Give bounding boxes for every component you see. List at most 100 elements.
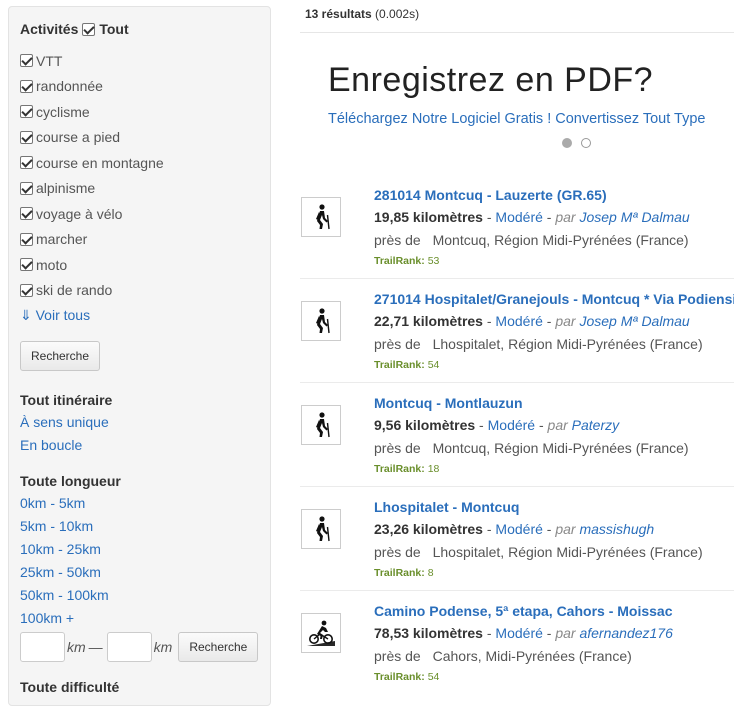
trail-by-label: par (555, 521, 576, 537)
hiking-icon[interactable] (301, 197, 341, 237)
length-option[interactable]: 5km - 10km (20, 518, 121, 541)
cycling-icon[interactable] (301, 613, 341, 653)
trailrank-label: TrailRank: (374, 255, 425, 267)
carousel-dot[interactable] (581, 138, 591, 148)
trail-name-link[interactable]: 271014 Hospitalet/Granejouls - Montcuq *… (374, 291, 734, 307)
max-km-input[interactable] (106, 632, 152, 662)
trail-name-link[interactable]: 281014 Montcuq - Lauzerte (GR.65) (374, 187, 607, 203)
trail-place: Lhospitalet, Région Midi-Pyrénées (Franc… (432, 544, 703, 560)
activity-item[interactable]: randonnée (20, 74, 164, 100)
difficulty-filter: Toute difficulté (20, 679, 119, 701)
trail-rank: TrailRank: 8 (374, 567, 434, 579)
trailrank-label: TrailRank: (374, 463, 425, 475)
trail-distance: 22,71 kilomètres (374, 313, 483, 329)
trail-difficulty-link[interactable]: Modéré (495, 625, 542, 641)
activity-checkbox[interactable] (20, 105, 33, 119)
length-option[interactable]: 25km - 50km (20, 564, 121, 587)
activity-label[interactable]: alpinisme (36, 180, 95, 196)
trail-by-label: par (547, 417, 568, 433)
activity-item[interactable]: moto (20, 252, 164, 278)
trail-item: 271014 Hospitalet/Granejouls - Montcuq *… (300, 279, 734, 383)
activity-item[interactable]: cyclisme (20, 99, 164, 125)
trail-difficulty-link[interactable]: Modéré (495, 313, 542, 329)
see-all-link[interactable]: ⇓ Voir tous (20, 307, 90, 324)
activity-checkbox[interactable] (20, 130, 33, 144)
activity-label[interactable]: voyage à vélo (36, 206, 122, 222)
trailrank-value: 54 (427, 671, 440, 683)
activity-checkbox[interactable] (20, 54, 33, 68)
length-option[interactable]: 0km - 5km (20, 495, 121, 518)
trailrank-value: 8 (427, 567, 434, 579)
hiking-icon[interactable] (301, 509, 341, 549)
activity-label[interactable]: ski de rando (36, 282, 112, 298)
activity-label[interactable]: course a pied (36, 129, 120, 145)
km-unit: km (153, 639, 173, 655)
search-button[interactable]: Recherche (20, 341, 100, 371)
trail-item: 281014 Montcuq - Lauzerte (GR.65) 19,85 … (300, 175, 734, 279)
hiking-icon[interactable] (301, 301, 341, 341)
ad-subtitle-link[interactable]: Téléchargez Notre Logiciel Gratis ! Conv… (328, 111, 705, 127)
route-one-way-link[interactable]: À sens unique (20, 414, 112, 437)
activity-label[interactable]: moto (36, 257, 67, 273)
length-title: Toute longueur (20, 473, 121, 489)
length-option[interactable]: 100km + (20, 610, 121, 633)
activity-item[interactable]: voyage à vélo (20, 201, 164, 227)
trail-item: Montcuq - Montlauzun 9,56 kilomètres - M… (300, 383, 734, 487)
length-option[interactable]: 10km - 25km (20, 541, 121, 564)
trail-author-link[interactable]: Josep Mª Dalmau (579, 313, 689, 329)
ad-title[interactable]: Enregistrez en PDF? (328, 61, 653, 100)
activity-label[interactable]: cyclisme (36, 104, 90, 120)
activity-item[interactable]: ski de rando (20, 278, 164, 304)
min-km-input[interactable] (20, 632, 65, 662)
trail-place: Lhospitalet, Région Midi-Pyrénées (Franc… (432, 336, 703, 352)
hiking-icon[interactable] (301, 405, 341, 445)
trail-difficulty-link[interactable]: Modéré (488, 417, 535, 433)
trail-name-link[interactable]: Camino Podense, 5ª etapa, Cahors - Moiss… (374, 603, 673, 619)
carousel-dot-active[interactable] (562, 138, 572, 148)
length-option[interactable]: 50km - 100km (20, 587, 121, 610)
results-count: 13 résultats (0.002s) (305, 7, 419, 21)
trail-difficulty-link[interactable]: Modéré (495, 209, 542, 225)
trail-by-label: par (555, 209, 576, 225)
trail-distance: 9,56 kilomètres (374, 417, 476, 433)
trail-place: Cahors, Midi-Pyrénées (France) (432, 648, 632, 664)
ad-carousel-dots (562, 138, 591, 148)
activity-item[interactable]: course a pied (20, 125, 164, 151)
trail-difficulty-link[interactable]: Modéré (495, 521, 542, 537)
trail-location: près de Cahors, Midi-Pyrénées (France) (374, 648, 632, 664)
trail-rank: TrailRank: 18 (374, 463, 439, 475)
activity-label[interactable]: VTT (36, 53, 62, 69)
activity-item[interactable]: course en montagne (20, 150, 164, 176)
range-search-button[interactable]: Recherche (178, 632, 259, 662)
select-all-checkbox[interactable] (82, 22, 96, 36)
trail-author-link[interactable]: afernandez176 (579, 625, 672, 641)
trail-distance: 23,26 kilomètres (374, 521, 483, 537)
route-loop-link[interactable]: En boucle (20, 437, 112, 460)
trail-author-link[interactable]: massishugh (579, 521, 654, 537)
activity-item[interactable]: alpinisme (20, 176, 164, 202)
trailrank-label: TrailRank: (374, 671, 425, 683)
activity-label[interactable]: marcher (36, 231, 87, 247)
activity-checkbox[interactable] (20, 181, 33, 195)
activity-checkbox[interactable] (20, 79, 33, 93)
activity-checkbox[interactable] (20, 207, 33, 221)
activity-checkbox[interactable] (20, 232, 33, 246)
activity-label[interactable]: course en montagne (36, 155, 164, 171)
activity-item[interactable]: VTT (20, 48, 164, 74)
trail-rank: TrailRank: 54 (374, 671, 439, 683)
length-range: km — km Recherche (20, 632, 259, 662)
route-title: Tout itinéraire (20, 392, 113, 408)
trail-name-link[interactable]: Lhospitalet - Montcuq (374, 499, 519, 515)
trail-author-link[interactable]: Josep Mª Dalmau (579, 209, 689, 225)
trail-author-link[interactable]: Paterzy (572, 417, 619, 433)
trail-by-label: par (555, 625, 576, 641)
ad-banner[interactable]: Enregistrez en PDF? Téléchargez Notre Lo… (300, 32, 734, 182)
activity-item[interactable]: marcher (20, 227, 164, 253)
activity-checkbox[interactable] (20, 283, 33, 297)
select-all-label[interactable]: Tout (99, 21, 128, 37)
trail-name-link[interactable]: Montcuq - Montlauzun (374, 395, 523, 411)
activity-checkbox[interactable] (20, 258, 33, 272)
activity-label[interactable]: randonnée (36, 78, 103, 94)
near-label: près de (374, 232, 421, 248)
activity-checkbox[interactable] (20, 156, 33, 170)
